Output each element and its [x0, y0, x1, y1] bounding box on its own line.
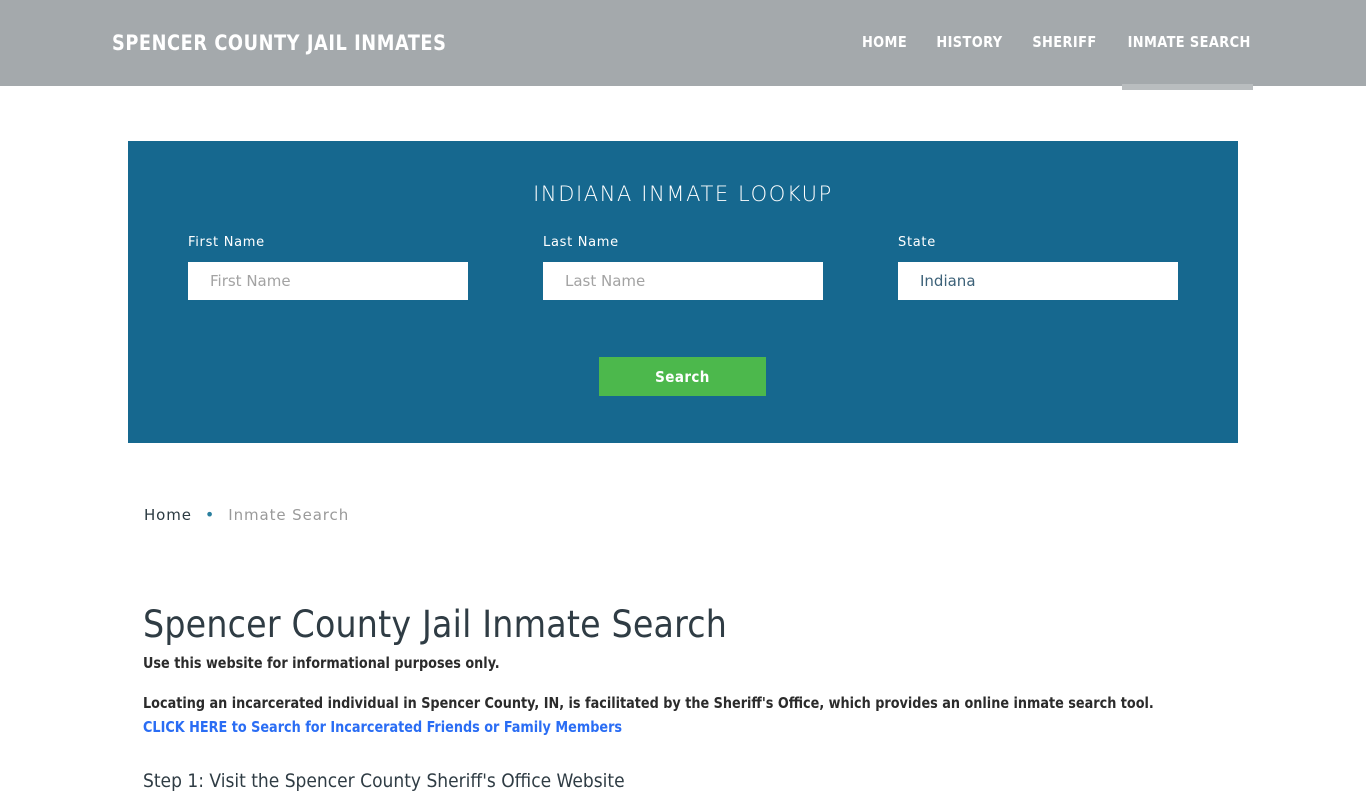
breadcrumb: Home • Inmate Search — [144, 506, 349, 524]
search-button[interactable]: Search — [599, 357, 766, 396]
site-title: SPENCER COUNTY JAIL INMATES — [112, 31, 447, 55]
first-name-label: First Name — [188, 235, 265, 250]
first-name-input[interactable] — [188, 262, 468, 300]
description-paragraph: Locating an incarcerated individual in S… — [143, 694, 1154, 712]
nav-item-sheriff[interactable]: SHERIFF — [1032, 33, 1096, 51]
last-name-label: Last Name — [543, 235, 619, 250]
last-name-field-group: Last Name — [543, 235, 823, 300]
breadcrumb-home-link[interactable]: Home — [144, 506, 192, 524]
breadcrumb-current-page: Inmate Search — [228, 506, 350, 524]
state-input[interactable] — [898, 262, 1178, 300]
site-header: SPENCER COUNTY JAIL INMATES HOME HISTORY… — [0, 0, 1366, 90]
breadcrumb-separator-icon: • — [204, 505, 216, 524]
state-label: State — [898, 235, 936, 250]
state-field-group: State — [898, 235, 1178, 300]
nav-active-indicator — [1122, 84, 1253, 90]
nav-item-history[interactable]: HISTORY — [936, 33, 1002, 51]
inmate-search-cta-link[interactable]: CLICK HERE to Search for Incarcerated Fr… — [143, 718, 622, 736]
nav-item-inmate-search[interactable]: INMATE SEARCH — [1127, 33, 1250, 51]
lookup-panel-title: INDIANA INMATE LOOKUP — [533, 182, 833, 206]
nav-item-home[interactable]: HOME — [862, 33, 907, 51]
first-name-field-group: First Name — [188, 235, 468, 300]
step-1-heading: Step 1: Visit the Spencer County Sheriff… — [143, 770, 625, 792]
main-navigation: HOME HISTORY SHERIFF INMATE SEARCH — [861, 33, 1253, 51]
last-name-input[interactable] — [543, 262, 823, 300]
inmate-lookup-panel: INDIANA INMATE LOOKUP First Name Last Na… — [128, 141, 1238, 443]
intro-paragraph: Use this website for informational purpo… — [143, 654, 500, 672]
page-title: Spencer County Jail Inmate Search — [143, 602, 728, 646]
